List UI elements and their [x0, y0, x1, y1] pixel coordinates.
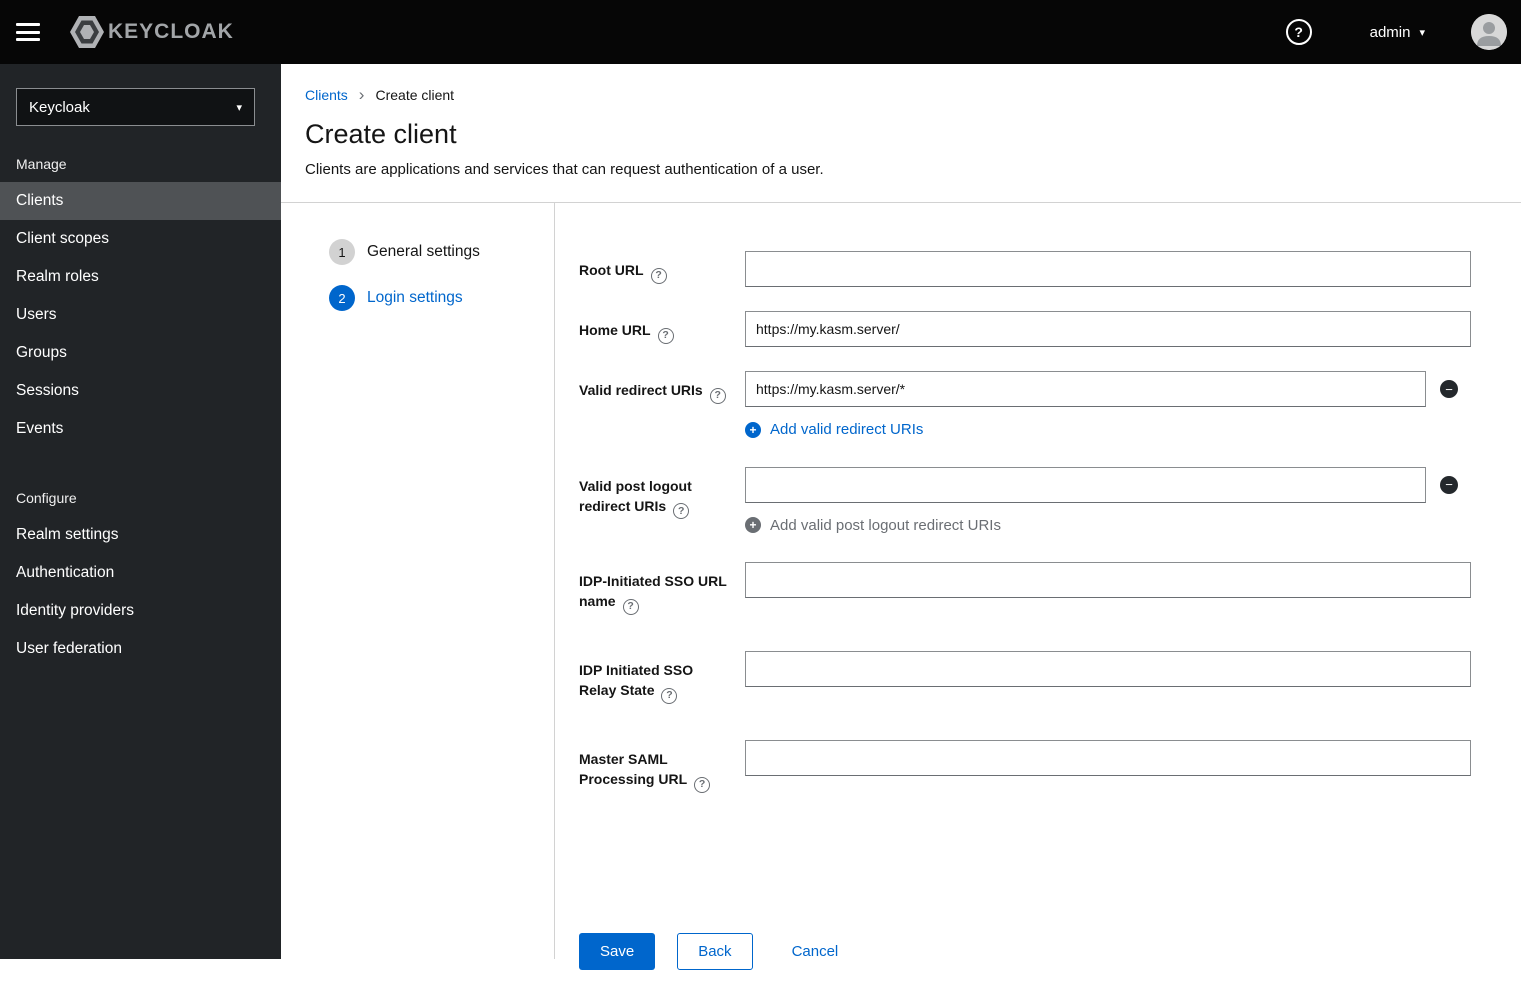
step-number-badge: 2 — [329, 285, 355, 311]
field-label-text: Master SAML — [579, 750, 668, 767]
field-label-text: IDP-Initiated SSO URL — [579, 573, 727, 589]
form-row-idp-sso-url-name: IDP-Initiated SSO URL name? — [579, 562, 1471, 615]
sidebar: Keycloak ▾ Manage Clients Client scopes … — [0, 64, 281, 959]
wizard-step-general-settings[interactable]: 1 General settings — [329, 239, 480, 265]
sidebar-item-groups[interactable]: Groups — [0, 334, 281, 372]
step-label: General settings — [367, 243, 480, 260]
remove-redirect-uri-icon[interactable]: − — [1440, 380, 1458, 398]
field-label-text: Valid post logout — [579, 477, 692, 494]
form-row-valid-post-logout: Valid post logout redirect URIs? − + Add… — [579, 466, 1471, 535]
field-label-text: redirect URIs — [579, 497, 667, 514]
valid-redirect-uri-input[interactable] — [745, 371, 1426, 407]
sidebar-item-sessions[interactable]: Sessions — [0, 372, 281, 410]
page-title: Create client — [305, 119, 457, 149]
breadcrumb-clients-link[interactable]: Clients — [305, 87, 348, 103]
help-icon[interactable]: ? — [622, 598, 639, 615]
page-header: Clients › Create client Create client Cl… — [281, 64, 1521, 203]
cancel-button[interactable]: Cancel — [792, 934, 839, 969]
form-actions: Save Back Cancel — [579, 932, 1471, 994]
help-icon[interactable]: ? — [661, 687, 678, 704]
field-label: Valid post logout redirect URIs? — [579, 467, 745, 535]
breadcrumb-separator-icon: › — [358, 85, 365, 104]
field-label: Master SAML Processing URL? — [579, 740, 745, 793]
help-icon[interactable]: ? — [657, 327, 674, 344]
post-logout-redirect-uri-input[interactable] — [745, 466, 1426, 503]
nav-section-configure: Configure — [16, 490, 77, 506]
chevron-down-icon: ▾ — [1419, 26, 1425, 39]
form-row-idp-sso-relay-state: IDP Initiated SSO Relay State? — [579, 650, 1471, 704]
idp-sso-url-name-input[interactable] — [745, 562, 1471, 598]
plus-circle-icon: + — [745, 517, 761, 533]
topbar-right: ? admin ▾ — [1285, 14, 1507, 50]
realm-selector-label: Keycloak — [29, 98, 90, 116]
field-label-text: Root URL — [579, 262, 644, 278]
save-button[interactable]: Save — [579, 932, 656, 970]
add-link-label: Add valid post logout redirect URIs — [770, 516, 1001, 534]
add-post-logout-uri-button[interactable]: + Add valid post logout redirect URIs — [745, 517, 1001, 534]
help-icon[interactable]: ? — [650, 267, 667, 284]
field-label-text: Valid redirect URIs — [579, 382, 703, 398]
field-label-text: Relay State — [579, 682, 655, 699]
user-avatar-icon — [1471, 14, 1507, 50]
field-label-text: Home URL — [579, 322, 651, 338]
sidebar-item-events[interactable]: Events — [0, 410, 281, 448]
help-icon[interactable]: ? — [694, 776, 711, 793]
field-label-text: IDP Initiated SSO — [579, 661, 694, 678]
idp-sso-relay-state-input[interactable] — [745, 650, 1471, 687]
root-url-input[interactable] — [745, 251, 1471, 287]
home-url-input[interactable] — [745, 311, 1471, 347]
remove-post-logout-uri-icon[interactable]: − — [1440, 475, 1458, 494]
main-content: Clients › Create client Create client Cl… — [281, 64, 1521, 970]
form-row-home-url: Home URL? — [579, 311, 1471, 347]
field-label-text: Processing URL — [579, 771, 688, 788]
sidebar-item-authentication[interactable]: Authentication — [0, 554, 281, 592]
keycloak-logo-icon — [68, 13, 106, 51]
wizard-step-login-settings[interactable]: 2 Login settings — [329, 285, 463, 311]
field-label: IDP Initiated SSO Relay State? — [579, 651, 745, 704]
brand-text: KEYCLOAK — [108, 20, 234, 43]
top-bar: KEYCLOAK ? admin ▾ — [0, 0, 1521, 64]
user-menu[interactable]: admin ▾ — [1370, 24, 1425, 41]
add-link-label: Add valid redirect URIs — [770, 421, 924, 438]
field-label: Valid redirect URIs? — [579, 371, 745, 439]
user-menu-label: admin — [1369, 23, 1411, 41]
avatar[interactable] — [1471, 14, 1507, 50]
form-row-valid-redirect-uris: Valid redirect URIs? − + Add valid redir… — [579, 371, 1471, 439]
field-label-text: name — [579, 593, 616, 610]
wizard-nav: 1 General settings 2 Login settings — [281, 203, 555, 959]
sidebar-item-realm-settings[interactable]: Realm settings — [0, 516, 281, 554]
add-valid-redirect-uri-button[interactable]: + Add valid redirect URIs — [745, 421, 923, 438]
login-settings-form: Root URL? Home URL? Vali — [555, 203, 1521, 970]
step-number-badge: 1 — [329, 239, 355, 265]
field-label: Home URL? — [579, 311, 745, 347]
nav-section-manage: Manage — [16, 156, 67, 172]
hamburger-menu-icon[interactable] — [16, 23, 40, 41]
page-subtitle: Clients are applications and services th… — [305, 161, 824, 178]
sidebar-item-realm-roles[interactable]: Realm roles — [0, 258, 281, 296]
field-label: Root URL? — [579, 251, 745, 287]
step-label: Login settings — [367, 289, 463, 306]
sidebar-item-user-federation[interactable]: User federation — [0, 630, 281, 668]
master-saml-url-input[interactable] — [745, 739, 1471, 776]
breadcrumb: Clients › Create client — [305, 86, 1497, 103]
chevron-down-icon: ▾ — [236, 101, 242, 114]
sidebar-item-users[interactable]: Users — [0, 296, 281, 334]
back-button[interactable]: Back — [677, 932, 753, 970]
form-row-root-url: Root URL? — [579, 251, 1471, 287]
help-icon[interactable]: ? — [709, 387, 726, 404]
sidebar-item-clients[interactable]: Clients — [0, 182, 281, 220]
sidebar-item-client-scopes[interactable]: Client scopes — [0, 220, 281, 258]
breadcrumb-current: Create client — [375, 86, 455, 103]
sidebar-item-identity-providers[interactable]: Identity providers — [0, 592, 281, 630]
help-icon[interactable]: ? — [673, 503, 690, 520]
keycloak-logo: KEYCLOAK — [68, 13, 234, 51]
plus-circle-icon: + — [745, 421, 761, 438]
help-icon[interactable]: ? — [1285, 19, 1312, 45]
realm-selector[interactable]: Keycloak ▾ — [16, 88, 255, 126]
form-row-master-saml-url: Master SAML Processing URL? — [579, 739, 1471, 793]
field-label: IDP-Initiated SSO URL name? — [579, 562, 745, 615]
